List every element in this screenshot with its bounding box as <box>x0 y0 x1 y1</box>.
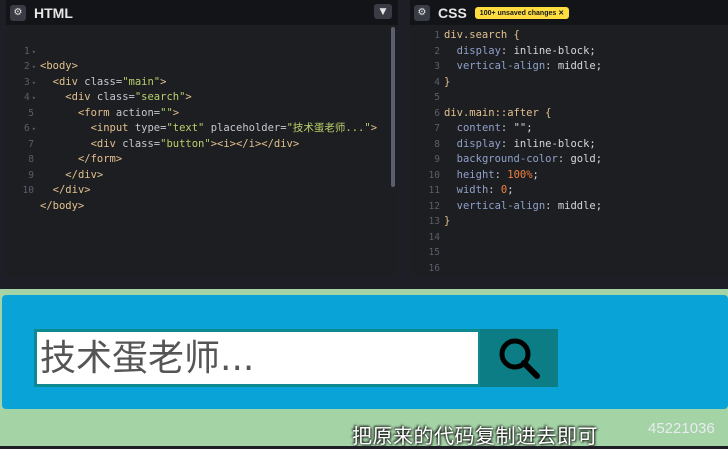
css-editor-panel: ⚙ CSS 100+ unsaved changes ✕ 1 div.search… <box>410 0 728 277</box>
gear-icon[interactable]: ⚙ <box>10 4 26 21</box>
code-line: 4} <box>434 75 451 88</box>
code-line: 6 div.main::after { <box>434 106 552 119</box>
html-code-editor[interactable]: 1 ▾ <body> 2 ▾ <div class="main"> 3 ▾ <div … <box>6 28 398 277</box>
code-line: 9 </div> <box>28 169 91 197</box>
watermark: 45221036 <box>648 420 715 437</box>
css-panel-header: ⚙ CSS 100+ unsaved changes ✕ <box>410 0 728 25</box>
code-line: 10 height: 100%; <box>428 168 539 181</box>
code-line: 8 display: inline-block; <box>434 137 596 150</box>
code-line: 2 ▾ <div class="main"> <box>24 61 167 88</box>
code-line: 3 vertical-align: middle; <box>434 60 603 72</box>
code-line: 14 <box>428 231 440 243</box>
code-line: 10 </body> <box>22 185 85 212</box>
html-editor-panel: ⚙ HTML ▼ 1 ▾ <body> 2 ▾ <div class="main">… <box>6 0 398 277</box>
html-editor-scrollbar[interactable] <box>391 27 395 187</box>
search-box <box>34 329 558 387</box>
search-button[interactable] <box>480 329 558 387</box>
code-line: 1 ▾ <body> <box>24 45 78 73</box>
code-line: 15 <box>428 247 440 258</box>
code-line: 7 </form> <box>28 138 123 166</box>
code-line: 11 width: 0; <box>428 184 514 196</box>
html-panel-header: ⚙ HTML ▼ <box>6 0 398 25</box>
code-line: 2 display: inline-block; <box>434 44 596 57</box>
code-line: 1 div.search { <box>434 29 520 41</box>
unsaved-changes-badge[interactable]: 100+ unsaved changes ✕ <box>474 6 570 19</box>
panel-resize-handle[interactable] <box>398 0 410 289</box>
search-icon <box>499 338 540 379</box>
code-line: 3 ▾ <div class="search"> <box>24 76 192 104</box>
video-subtitle: 把原来的代码复制进去即可 <box>352 424 598 448</box>
code-line: 13} <box>428 215 451 227</box>
html-panel-title: HTML <box>34 4 73 21</box>
code-line: 5 <box>434 92 440 103</box>
code-line: 8 </div> <box>28 154 104 181</box>
code-line: 5 <input type="text" placeholder="技术蛋老师.… <box>28 107 378 135</box>
chevron-down-icon[interactable]: ▼ <box>374 4 392 19</box>
code-line: 7 content: ""; <box>434 122 533 134</box>
editor-resize-bar[interactable] <box>0 277 728 289</box>
code-line: 9 background-color: gold; <box>434 153 603 165</box>
code-line: 12 vertical-align: middle; <box>428 199 603 212</box>
code-line: 4 ▾ <form action=""> <box>24 92 180 119</box>
css-panel-title: CSS <box>438 4 467 21</box>
main-container <box>2 295 728 409</box>
code-line: 6 ▾ <div class="button"><i></i></div> <box>24 123 300 150</box>
editor-area: ⚙ HTML ▼ 1 ▾ <body> 2 ▾ <div class="main">… <box>0 0 728 289</box>
search-input[interactable] <box>34 329 481 387</box>
css-code-editor[interactable]: 1 div.search { 2 display: inline-block; 3… <box>410 28 728 277</box>
gear-icon[interactable]: ⚙ <box>414 4 430 21</box>
code-line: 16 <box>428 262 440 274</box>
